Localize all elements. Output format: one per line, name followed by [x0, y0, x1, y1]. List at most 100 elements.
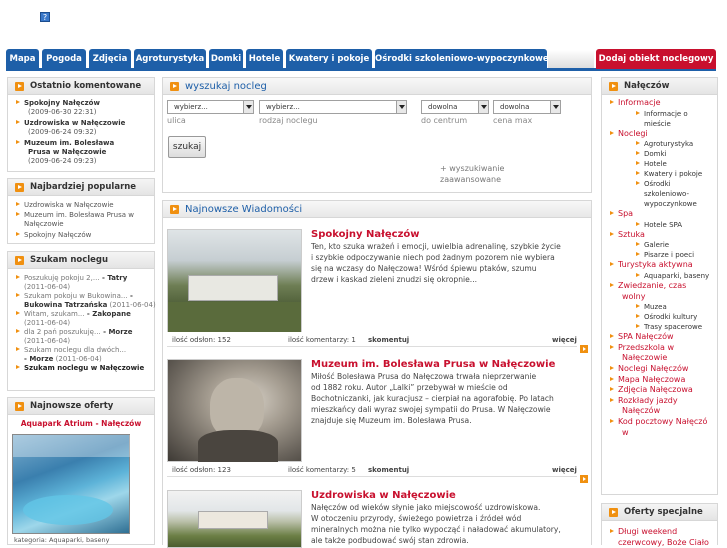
tab-pogoda[interactable]: Pogoda — [42, 49, 86, 69]
news-2-body: Miłość Bolesława Prusa do Nałęczowa trwa… — [311, 372, 554, 425]
popular-item[interactable]: Uzdrowiska w Nałęczowie — [16, 201, 156, 210]
center-select[interactable]: dowolna — [421, 100, 489, 114]
town-menu-item[interactable]: Turystyka aktywna — [610, 260, 718, 271]
town-submenu-item[interactable]: Muzea — [610, 302, 718, 312]
town-submenu-item[interactable]: Domki — [610, 149, 718, 159]
arrow-icon — [636, 181, 640, 186]
arrow-icon — [16, 202, 20, 206]
town-menu-item[interactable]: Spa — [610, 209, 718, 220]
town-submenu-item[interactable]: wypoczynkowe — [610, 199, 718, 209]
tab-mapa[interactable]: Mapa — [6, 49, 39, 69]
town-menu-item[interactable]: Nałęczów — [610, 406, 718, 417]
arrow-icon — [170, 82, 179, 91]
arrow-icon — [610, 334, 614, 339]
town-menu-item[interactable]: Mapa Nałęczowa — [610, 375, 718, 386]
price-select[interactable]: dowolna — [493, 100, 561, 114]
tab-hotele[interactable]: Hotele — [246, 49, 283, 69]
recent-item[interactable]: Muzeum im. Bolesława Prusa w Nałęczowie (2… — [16, 139, 156, 166]
help-icon[interactable]: ? — [40, 12, 50, 22]
recent-item[interactable]: Spokojny Nałęczów (2009-06-30 22:31) — [16, 99, 156, 117]
town-menu-item[interactable]: Zdjęcia Nałęczowa — [610, 385, 718, 396]
offer-photo[interactable] — [12, 434, 131, 534]
town-submenu-item[interactable]: Ośrodki — [610, 179, 718, 189]
town-submenu-item[interactable]: Agroturystyka — [610, 139, 718, 149]
offers-box: Najnowsze oferty Aquapark Atrium - Nałęc… — [7, 397, 155, 545]
news-1-comment-link[interactable]: skomentuj — [368, 336, 409, 344]
search-button[interactable]: szukaj — [168, 136, 206, 158]
town-submenu-item[interactable]: Kwatery i pokoje — [610, 169, 718, 179]
news-2-comment-link[interactable]: skomentuj — [368, 466, 409, 474]
news-2-more-link[interactable]: więcej — [552, 466, 577, 474]
town-menu-item[interactable]: Nałęczowie — [610, 353, 718, 364]
town-submenu-item[interactable]: Galerie — [610, 240, 718, 250]
town-menu-item[interactable]: Noclegi — [610, 129, 718, 140]
town-submenu-item[interactable]: Trasy spacerowe — [610, 322, 718, 332]
arrow-icon — [636, 272, 640, 277]
town-menu-header: Nałęczów — [602, 78, 717, 95]
town-menu-item[interactable]: wolny — [610, 292, 718, 303]
wanted-title: Szukam noclegu — [30, 255, 109, 265]
news-2-comments: ilość komentarzy: 5 — [288, 466, 356, 474]
arrow-icon — [16, 232, 20, 236]
portrait-body-shape — [198, 430, 278, 462]
town-menu-item[interactable]: Zwiedzanie, czas — [610, 281, 718, 292]
popular-item[interactable]: Muzeum im. Bolesława Prusa w Nałęczowie — [16, 211, 156, 229]
town-submenu-item[interactable]: Aquaparki, baseny — [610, 271, 718, 281]
arrow-icon — [610, 418, 614, 423]
chevron-down-icon — [550, 101, 560, 113]
arrow-icon — [636, 252, 640, 257]
tab-zdjecia[interactable]: Zdjęcia — [89, 49, 131, 69]
type-select[interactable]: wybierz... — [259, 100, 407, 114]
town-menu-item[interactable]: Informacje — [610, 98, 718, 109]
chevron-down-icon — [243, 101, 253, 113]
search-header: wyszukaj nocleg — [163, 78, 591, 95]
news-photo-1[interactable] — [167, 229, 302, 332]
town-menu-item[interactable]: Kod pocztowy Nałęczó — [610, 417, 718, 428]
arrow-icon — [636, 141, 640, 146]
town-submenu-item[interactable]: Informacje o — [610, 109, 718, 119]
news-1-title[interactable]: Spokojny Nałęczów — [311, 229, 420, 240]
arrow-icon — [15, 82, 24, 91]
offer-title[interactable]: Aquapark Atrium - Nałęczów — [8, 419, 154, 428]
news-header: Najnowsze Wiadomości — [163, 201, 591, 218]
more-arrow-icon[interactable] — [580, 475, 588, 483]
news-1-views: ilość odsłon: 152 — [172, 336, 231, 344]
chevron-down-icon — [396, 101, 406, 113]
news-2-title[interactable]: Muzeum im. Bolesława Prusa w Nałęczowie — [311, 359, 555, 370]
town-submenu-item[interactable]: Hotele SPA — [610, 220, 718, 230]
price-label: cena max — [493, 116, 533, 125]
town-submenu-item[interactable]: Pisarze i poeci — [610, 250, 718, 260]
street-select[interactable]: wybierz... — [167, 100, 254, 114]
advanced-search-link[interactable]: + wyszukiwanie zaawansowane — [440, 163, 540, 185]
town-submenu-item[interactable]: Hotele — [610, 159, 718, 169]
tab-osrodki[interactable]: Ośrodki szkoleniowo-wypoczynkowe — [375, 49, 549, 69]
add-listing-button[interactable]: Dodaj obiekt noclegowy — [596, 49, 716, 69]
town-submenu-item[interactable]: Ośrodki kultury — [610, 312, 718, 322]
arrow-icon — [610, 397, 614, 402]
town-menu-item[interactable]: w — [610, 428, 718, 439]
town-menu: Informacje Informacje o mieście Noclegi Agro… — [610, 98, 718, 438]
news-3-title[interactable]: Uzdrowiska w Nałęczowie — [311, 490, 456, 501]
wanted-list[interactable]: Poszukuję pokoju 2,... - Tatry (2011-06-… — [16, 274, 156, 373]
town-menu-item[interactable]: Sztuka — [610, 230, 718, 241]
tab-agroturystyka[interactable]: Agroturystyka — [134, 49, 206, 69]
popular-item[interactable]: Spokojny Nałęczów — [16, 231, 156, 240]
news-photo-2[interactable] — [167, 359, 302, 462]
town-menu-item[interactable]: SPA Nałęczów — [610, 332, 718, 343]
offers-title: Najnowsze oferty — [30, 401, 114, 411]
news-1-comments: ilość komentarzy: 1 — [288, 336, 356, 344]
recent-item[interactable]: Uzdrowiska w Nałęczowie (2009-06-24 09:32… — [16, 119, 156, 137]
town-menu-item[interactable]: Noclegi Nałęczów — [610, 364, 718, 375]
more-arrow-icon[interactable] — [580, 345, 588, 353]
tab-domki[interactable]: Domki — [209, 49, 243, 69]
town-menu-item[interactable]: Rozkłady jazdy — [610, 396, 718, 407]
town-menu-item[interactable]: Przedszkola w — [610, 343, 718, 354]
news-photo-3[interactable] — [167, 490, 302, 548]
wanted-footer-link[interactable]: Szukam noclegu w Nałęczowie — [24, 364, 144, 372]
town-submenu-item[interactable]: mieście — [610, 119, 718, 129]
news-1-more-link[interactable]: więcej — [552, 336, 577, 344]
arrow-icon — [609, 508, 618, 517]
town-submenu-item[interactable]: szkoleniowo- — [610, 189, 718, 199]
tab-kwatery[interactable]: Kwatery i pokoje — [286, 49, 372, 69]
divider — [167, 346, 577, 347]
